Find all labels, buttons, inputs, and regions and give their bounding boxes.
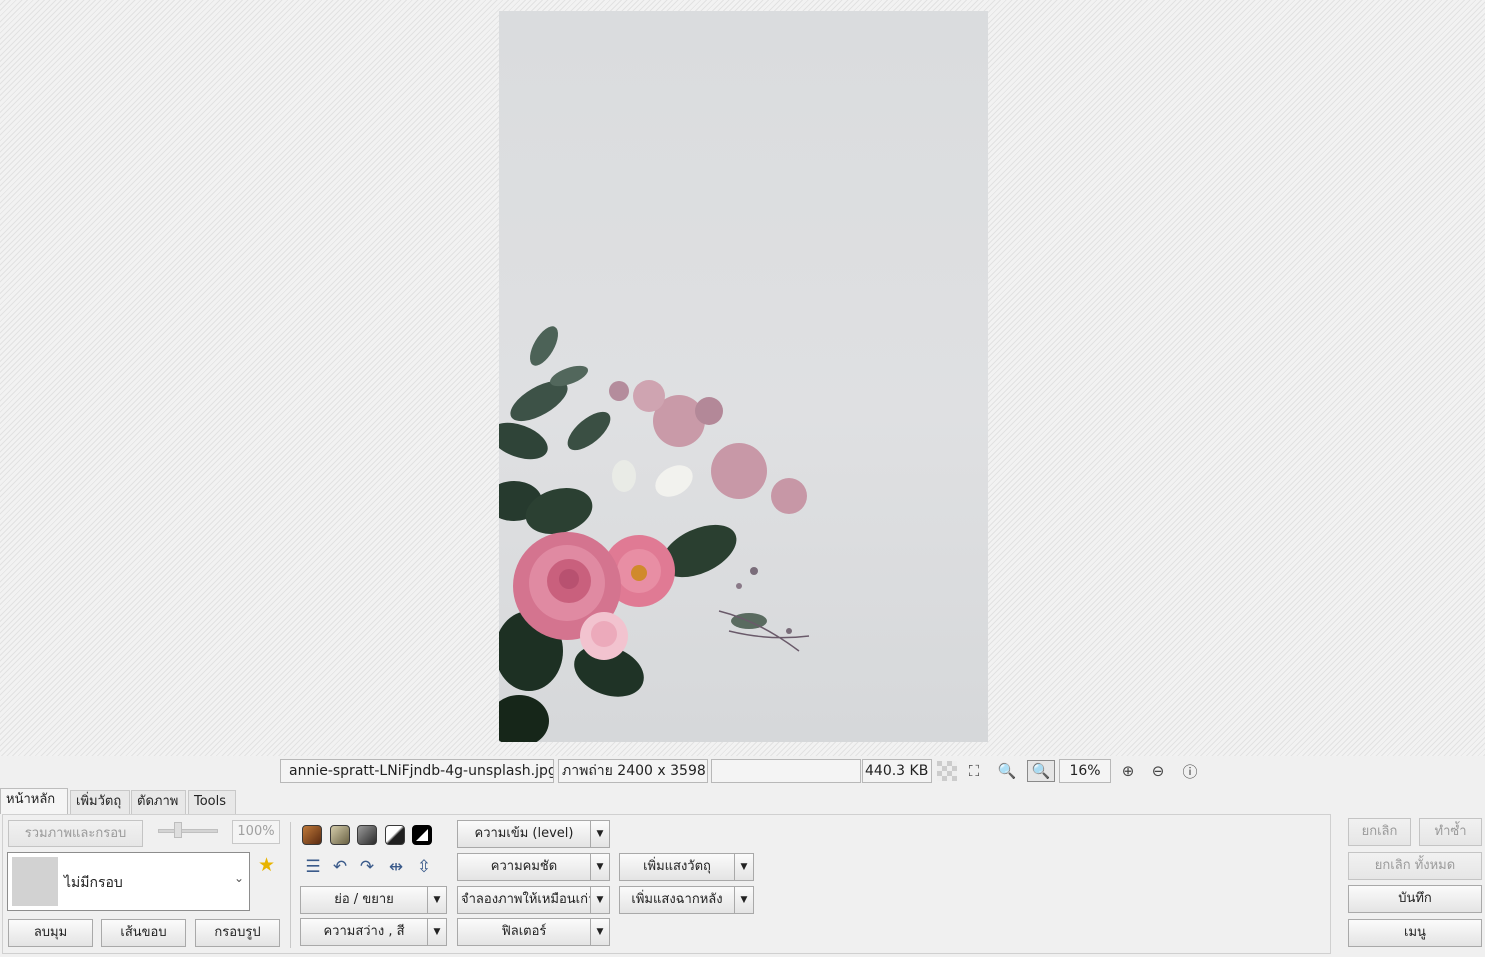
contrast-swatch[interactable] — [385, 825, 405, 845]
simulate-old-label: จำลองภาพให้เหมือนเก่า — [458, 887, 591, 913]
frame-thumbnail — [12, 857, 58, 906]
brightness-label: ความสว่าง , สี — [301, 919, 428, 945]
menu-button[interactable]: เมนู — [1348, 919, 1482, 947]
tab-tools[interactable]: Tools — [188, 790, 236, 814]
dropdown-arrow-icon[interactable]: ▼ — [735, 854, 753, 880]
status-bar: annie-spratt-LNiFjndb-4g-unsplash.jpg ภา… — [0, 756, 1485, 786]
sharpness-label: ความคมชัด — [458, 854, 591, 880]
canvas-area[interactable] — [0, 0, 1485, 756]
zoom-in-icon[interactable]: ⊕ — [1116, 760, 1140, 782]
filesize-display: 440.3 KB — [862, 759, 932, 783]
filter-dropdown[interactable]: ฟิลเตอร์ ▼ — [457, 918, 610, 946]
round-corner-button[interactable]: ลบมุม — [8, 919, 93, 947]
actual-size-icon[interactable]: 🔍 — [995, 760, 1019, 782]
filename-display: annie-spratt-LNiFjndb-4g-unsplash.jpg — [280, 759, 554, 783]
grayscale-swatch[interactable] — [357, 825, 377, 845]
opacity-value[interactable]: 100% — [232, 820, 280, 844]
rotate-left-icon[interactable]: ↶ — [329, 856, 351, 878]
transparency-checker-icon[interactable] — [935, 760, 959, 782]
resize-label: ย่อ / ขยาย — [301, 887, 428, 913]
opacity-slider-thumb[interactable] — [174, 822, 182, 838]
dropdown-arrow-icon[interactable]: ▼ — [591, 821, 609, 847]
rotate-right-icon[interactable]: ↷ — [356, 856, 378, 878]
dropdown-arrow-icon[interactable]: ▼ — [428, 887, 446, 913]
background-light-label: เพิ่มแสงฉากหลัง — [620, 887, 735, 913]
dropdown-arrow-icon[interactable]: ▼ — [591, 887, 609, 913]
image-info-display: ภาพถ่าย 2400 x 3598 — [558, 759, 708, 783]
save-button[interactable]: บันทึก — [1348, 885, 1482, 913]
photo-preview[interactable] — [499, 11, 988, 742]
level-label: ความเข้ม (level) — [458, 821, 591, 847]
frame-select[interactable]: ไม่มีกรอบ ⌄ — [7, 852, 250, 911]
layers-icon[interactable]: ☰ — [302, 856, 324, 878]
object-light-dropdown[interactable]: เพิ่มแสงวัตถุ ▼ — [619, 853, 754, 881]
fit-screen-icon[interactable]: ⛶ — [962, 760, 986, 782]
dropdown-arrow-icon[interactable]: ▼ — [591, 919, 609, 945]
tab-add-object[interactable]: เพิ่มวัตถุ — [70, 790, 130, 814]
invert-swatch[interactable] — [412, 825, 432, 845]
star-icon[interactable]: ★ — [258, 854, 275, 876]
panel-divider — [290, 822, 291, 948]
frame-button[interactable]: กรอบรูป — [195, 919, 280, 947]
zoom-display: 16% — [1059, 759, 1111, 783]
tab-crop[interactable]: ตัดภาพ — [131, 790, 186, 814]
flip-horizontal-icon[interactable]: ⇹ — [385, 856, 407, 878]
info-blank-display — [711, 759, 861, 783]
vintage-swatch[interactable] — [330, 825, 350, 845]
dropdown-arrow-icon[interactable]: ▼ — [591, 854, 609, 880]
zoom-out-icon[interactable]: ⊖ — [1146, 760, 1170, 782]
flower-bouquet-image — [499, 326, 810, 742]
chevron-down-icon: ⌄ — [233, 871, 244, 885]
tab-home[interactable]: หน้าหลัก — [0, 788, 68, 814]
background-light-dropdown[interactable]: เพิ่มแสงฉากหลัง ▼ — [619, 886, 754, 914]
frame-select-label: ไม่มีกรอบ — [64, 875, 123, 891]
fit-window-icon[interactable]: 🔍 — [1027, 760, 1055, 782]
brightness-dropdown[interactable]: ความสว่าง , สี ▼ — [300, 918, 447, 946]
opacity-slider-track[interactable] — [158, 829, 218, 833]
sepia-swatch[interactable] — [302, 825, 322, 845]
redo-button[interactable]: ทำซ้ำ — [1419, 818, 1482, 846]
undo-button[interactable]: ยกเลิก — [1348, 818, 1411, 846]
resize-dropdown[interactable]: ย่อ / ขยาย ▼ — [300, 886, 447, 914]
dropdown-arrow-icon[interactable]: ▼ — [735, 887, 753, 913]
undo-all-button[interactable]: ยกเลิก ทั้งหมด — [1348, 852, 1482, 880]
filter-label: ฟิลเตอร์ — [458, 919, 591, 945]
flip-vertical-icon[interactable]: ⇳ — [413, 856, 435, 878]
level-dropdown[interactable]: ความเข้ม (level) ▼ — [457, 820, 610, 848]
border-button[interactable]: เส้นขอบ — [101, 919, 186, 947]
simulate-old-dropdown[interactable]: จำลองภาพให้เหมือนเก่า ▼ — [457, 886, 610, 914]
sharpness-dropdown[interactable]: ความคมชัด ▼ — [457, 853, 610, 881]
merge-frame-button[interactable]: รวมภาพและกรอบ — [8, 820, 143, 847]
info-icon[interactable]: ⓘ — [1178, 760, 1202, 782]
object-light-label: เพิ่มแสงวัตถุ — [620, 854, 735, 880]
dropdown-arrow-icon[interactable]: ▼ — [428, 919, 446, 945]
